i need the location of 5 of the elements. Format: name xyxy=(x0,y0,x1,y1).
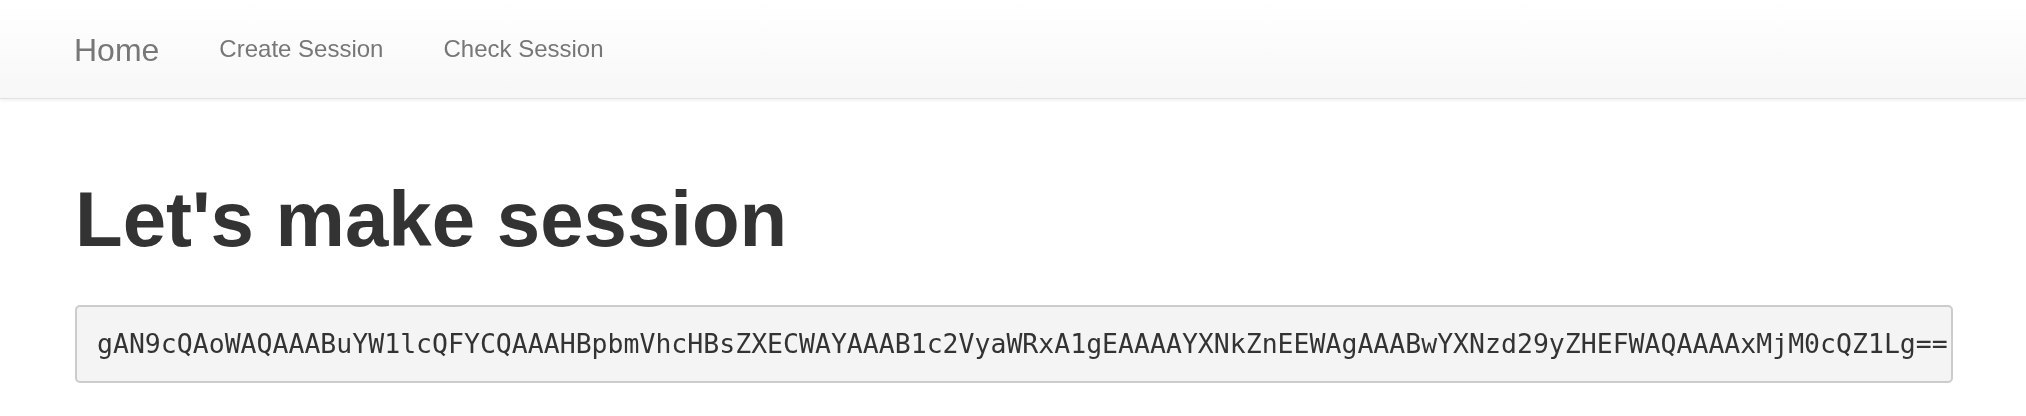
nav-link[interactable]: Create Session xyxy=(219,35,384,63)
home-link[interactable]: Home xyxy=(74,31,160,69)
session-code-block: gAN9cQAoWAQAAABuYW1lcQFYCQAAAHBpbmVhcHBsZXECWAYAAAB1c2VyaWRxA1gEAAAAYXNkZnEEWAgAAABwYXNzd29yZHEFWAQAAAAxMjM0cQZ1Lg== xyxy=(75,304,1953,383)
page-heading: Let's make session xyxy=(75,177,789,263)
nav-link[interactable]: Check Session xyxy=(443,35,604,63)
